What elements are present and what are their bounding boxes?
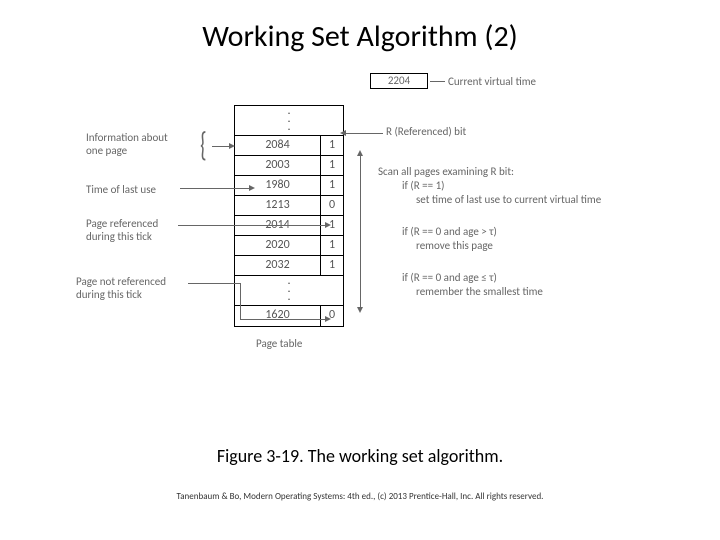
diagram-area: 2204 Current virtual time ··· 2084 1 200… [0,67,720,437]
label-page-not-referenced: Page not referenced during this tick [76,275,166,301]
cond2-if: if (R == 0 and age > τ) [402,225,497,239]
label-info-one-page: Information about one page [86,131,168,157]
arrowhead-up-icon [357,150,363,156]
arrowhead-right-icon [249,185,255,191]
cell-r: 0 [321,196,343,215]
cond1-action: set time of last use to current virtual … [416,193,601,207]
current-virtual-time-label: Current virtual time [448,75,536,88]
arrowhead-left-icon [340,130,346,136]
cell-time: 2032 [235,256,321,275]
table-row: 2084 1 [235,136,343,156]
page-table-caption: Page table [256,337,302,350]
cond1-if: if (R == 1) [402,179,445,193]
cell-r: 1 [321,236,343,255]
current-virtual-time-box: 2204 [370,73,428,89]
cell-time: 2003 [235,156,321,175]
arrowhead-down-icon [357,307,363,313]
table-gap-mid: ··· [235,276,343,306]
arrowhead-right-icon [325,316,331,322]
cell-time: 2020 [235,236,321,255]
pointer-line [178,225,328,226]
label-page-referenced: Page referenced during this tick [86,217,158,243]
cond3-action: remember the smallest time [416,285,543,299]
figure-caption: Figure 3-19. The working set algorithm. [0,445,720,467]
cond2-action: remove this page [416,239,493,253]
scan-arrow-line [360,155,361,308]
cell-r: 1 [321,136,343,155]
brace-icon: { [200,125,206,166]
arrowhead-right-icon [229,143,235,149]
arrowhead-right-icon [325,222,331,228]
table-row: 2032 1 [235,256,343,276]
cell-time: 2084 [235,136,321,155]
cell-r: 1 [321,176,343,195]
slide-title: Working Set Algorithm (2) [0,0,720,55]
current-time-arrow [430,81,445,82]
label-r-bit: R (Referenced) bit [386,125,466,138]
cell-time: 1980 [235,176,321,195]
copyright-footer: Tanenbaum & Bo, Modern Operating Systems… [0,491,720,502]
cell-time: 1620 [235,306,321,326]
table-row: 2003 1 [235,156,343,176]
cell-r: 1 [321,256,343,275]
pointer-line-vert [240,283,241,319]
pointer-line-seg2 [240,319,328,320]
scan-header: Scan all pages examining R bit: [378,165,514,179]
table-row: 2020 1 [235,236,343,256]
label-time-last-use: Time of last use [86,183,156,196]
r-bit-arrow [345,133,383,134]
table-gap-top: ··· [235,106,343,136]
cell-r: 1 [321,156,343,175]
cell-time: 1213 [235,196,321,215]
pointer-line-seg1 [188,283,240,284]
pointer-line [180,188,252,189]
page-table: ··· 2084 1 2003 1 1980 1 1213 0 2014 1 2… [234,105,344,327]
table-row: 1213 0 [235,196,343,216]
cond3-if: if (R == 0 and age ≤ τ) [402,271,497,285]
